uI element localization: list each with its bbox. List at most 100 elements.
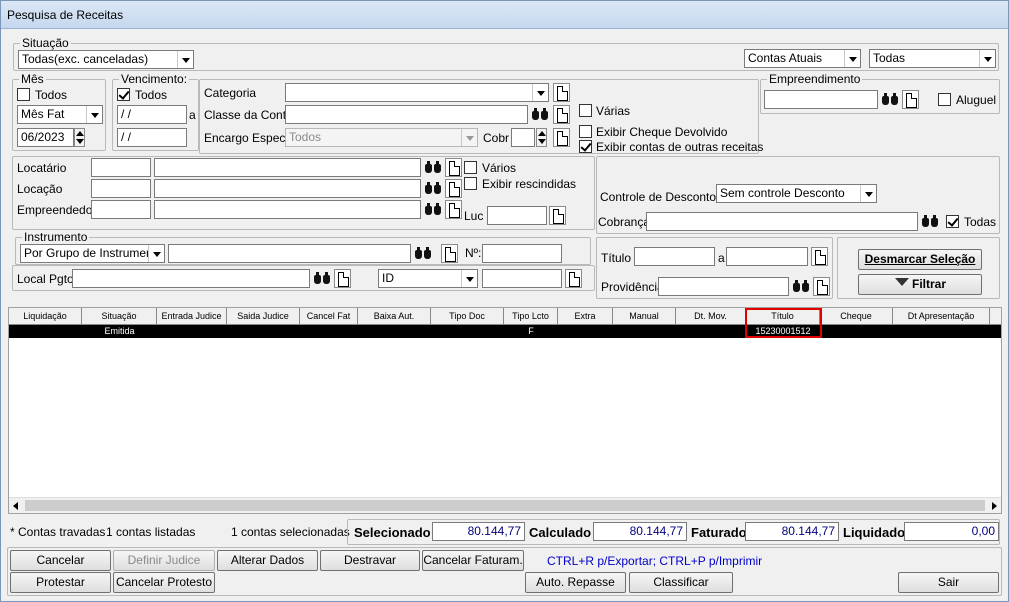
instrumento-doc-icon[interactable] <box>441 244 458 263</box>
locatario-binoculars-icon[interactable] <box>424 160 443 175</box>
rescindidas-label: Exibir rescindidas <box>482 177 577 191</box>
col-tipo-doc[interactable]: Tipo Doc <box>431 308 504 325</box>
luc-input[interactable] <box>487 206 547 225</box>
table-row[interactable]: Emitida F 15230001512 <box>9 325 1001 338</box>
auto-repasse-button[interactable]: Auto. Repasse <box>525 572 626 593</box>
scroll-right-icon[interactable] <box>992 502 997 510</box>
desmarcar-selecao-button[interactable]: Desmarcar Seleção <box>858 249 982 270</box>
cancelar-protesto-button[interactable]: Cancelar Protesto <box>113 572 215 593</box>
empreendimento-binoculars-icon[interactable] <box>881 92 900 107</box>
protestar-button[interactable]: Protestar <box>10 572 111 593</box>
cobr-input[interactable] <box>511 128 535 147</box>
classe-binoculars-icon[interactable] <box>531 107 550 122</box>
col-manual[interactable]: Manual <box>613 308 676 325</box>
descontos-combo[interactable]: Sem controle Desconto <box>716 184 877 203</box>
vencimento-de-value: / / <box>121 107 132 121</box>
cobranca-input[interactable] <box>646 212 918 231</box>
titulo-ate-input[interactable] <box>726 247 808 266</box>
titulo-doc-icon[interactable] <box>811 247 828 266</box>
cobr-spinner[interactable] <box>536 128 547 147</box>
col-cheque[interactable]: Cheque <box>820 308 893 325</box>
encargo-combo[interactable]: Todos <box>285 128 478 147</box>
mes-legend: Mês <box>19 72 46 86</box>
vencimento-todos-checkbox[interactable] <box>117 88 130 101</box>
cancelar-button[interactable]: Cancelar <box>10 550 111 571</box>
empreendimento-input[interactable] <box>764 90 878 109</box>
titulo-de-input[interactable] <box>634 247 715 266</box>
col-dt-mov[interactable]: Dt. Mov. <box>676 308 746 325</box>
id-doc-icon[interactable] <box>565 269 582 288</box>
classificar-button[interactable]: Classificar <box>629 572 733 593</box>
categoria-combo[interactable] <box>285 83 549 102</box>
mes-tipo-combo[interactable]: Mês Fat <box>17 105 103 124</box>
col-entrada-judice[interactable]: Entrada Judice <box>157 308 227 325</box>
instrumento-combo[interactable]: Por Grupo de Instrumento <box>20 244 165 263</box>
providencia-binoculars-icon[interactable] <box>792 279 811 294</box>
empreendedor-code-input[interactable] <box>91 200 151 219</box>
empreendedor-binoculars-icon[interactable] <box>424 202 443 217</box>
destravar-button[interactable]: Destravar <box>320 550 420 571</box>
id-combo[interactable]: ID <box>378 269 478 288</box>
col-extra[interactable]: Extra <box>558 308 613 325</box>
aluguel-checkbox[interactable] <box>938 93 951 106</box>
col-tipo-lcto[interactable]: Tipo Lcto <box>504 308 558 325</box>
cobr-doc-icon[interactable] <box>553 128 570 147</box>
scroll-left-icon[interactable] <box>13 502 18 510</box>
luc-doc-icon[interactable] <box>549 206 566 225</box>
situacao-combo[interactable]: Todas(exc. canceladas) <box>18 50 194 69</box>
instrumento-binoculars-icon[interactable] <box>414 246 433 261</box>
categoria-doc-icon[interactable] <box>553 83 570 102</box>
todas-combo[interactable]: Todas <box>869 49 996 68</box>
col-cancel-fat[interactable]: Cancel Fat <box>300 308 358 325</box>
providencia-input[interactable] <box>658 277 789 296</box>
rescindidas-checkbox[interactable] <box>464 177 477 190</box>
classe-doc-icon[interactable] <box>553 105 570 124</box>
cobranca-todas-checkbox[interactable] <box>946 215 959 228</box>
providencia-doc-icon[interactable] <box>813 277 830 296</box>
periodo-input[interactable]: 06/2023 <box>17 128 74 147</box>
sair-button[interactable]: Sair <box>898 572 999 593</box>
cancelar-faturam-button[interactable]: Cancelar Faturam. <box>422 550 524 571</box>
id-input[interactable] <box>482 269 562 288</box>
window-title: Pesquisa de Receitas <box>7 8 124 22</box>
scroll-thumb[interactable] <box>25 500 985 511</box>
filtrar-button[interactable]: Filtrar <box>858 274 982 295</box>
col-situacao[interactable]: Situação <box>82 308 157 325</box>
vencimento-de-input[interactable]: / / <box>117 105 187 124</box>
locacao-binoculars-icon[interactable] <box>424 181 443 196</box>
empreendedor-name-input[interactable] <box>154 200 421 219</box>
cheque-devolvido-checkbox[interactable] <box>579 125 592 138</box>
horizontal-scrollbar[interactable] <box>9 497 1001 513</box>
local-pgto-binoculars-icon[interactable] <box>313 271 332 286</box>
definir-judice-button[interactable]: Definir Judice <box>113 550 215 571</box>
mes-todos-checkbox[interactable] <box>17 88 30 101</box>
vencimento-ate-input[interactable]: / / <box>117 128 187 147</box>
contas-combo[interactable]: Contas Atuais <box>744 49 861 68</box>
locatario-name-input[interactable] <box>154 158 421 177</box>
periodo-spinner[interactable] <box>74 128 85 147</box>
locacao-name-input[interactable] <box>154 179 421 198</box>
locacao-code-input[interactable] <box>91 179 151 198</box>
filtrar-label: Filtrar <box>911 277 946 291</box>
alterar-dados-button[interactable]: Alterar Dados <box>217 550 318 571</box>
instrumento-input[interactable] <box>168 244 411 263</box>
empreendedor-doc-icon[interactable] <box>445 200 462 219</box>
outras-receitas-checkbox[interactable] <box>579 140 592 153</box>
numero-input[interactable] <box>482 244 562 263</box>
col-baixa-aut[interactable]: Baixa Aut. <box>358 308 431 325</box>
locacao-doc-icon[interactable] <box>445 179 462 198</box>
col-dt-apresentacao[interactable]: Dt Apresentação <box>893 308 990 325</box>
locatario-doc-icon[interactable] <box>445 158 462 177</box>
col-saida-judice[interactable]: Saida Judice <box>227 308 300 325</box>
results-grid[interactable]: Liquidação Situação Entrada Judice Saida… <box>8 307 1002 514</box>
col-liquidacao[interactable]: Liquidação <box>9 308 82 325</box>
classe-input[interactable] <box>285 105 528 124</box>
empreendimento-doc-icon[interactable] <box>902 90 919 109</box>
varios-checkbox[interactable] <box>464 161 477 174</box>
cobranca-binoculars-icon[interactable] <box>921 214 940 229</box>
local-pgto-doc-icon[interactable] <box>334 269 351 288</box>
locatario-code-input[interactable] <box>91 158 151 177</box>
varias-checkbox[interactable] <box>579 104 592 117</box>
local-pgto-input[interactable] <box>72 269 310 288</box>
liquidado-label: Liquidado <box>843 525 906 540</box>
